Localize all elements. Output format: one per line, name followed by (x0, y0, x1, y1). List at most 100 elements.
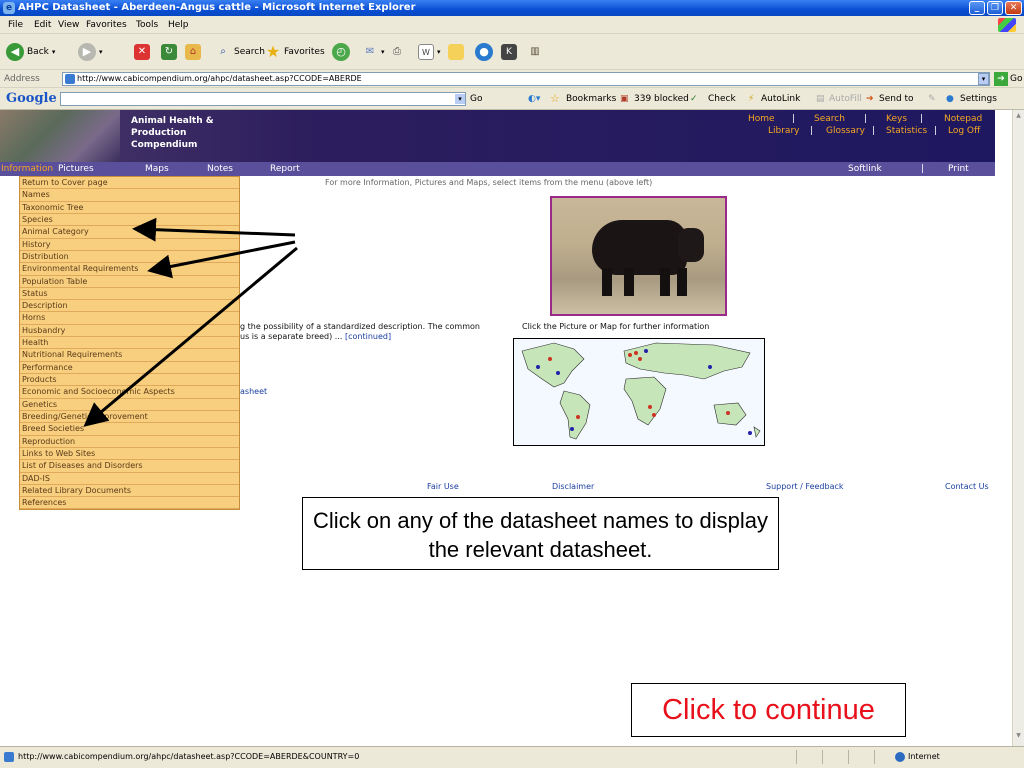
address-dropdown-icon[interactable]: ▾ (978, 73, 989, 85)
menu-item[interactable]: Performance (20, 362, 239, 374)
go-label[interactable]: Go (1010, 70, 1022, 88)
link-logoff[interactable]: Log Off (948, 125, 980, 137)
continued-link[interactable]: [continued] (345, 332, 391, 341)
menu-item[interactable]: Environmental Requirements (20, 263, 239, 276)
print-button[interactable]: ⎙ (389, 42, 405, 62)
link-library[interactable]: Library (768, 125, 799, 137)
link-glossary[interactable]: Glossary (826, 125, 865, 137)
vertical-scrollbar[interactable]: ▲ ▼ (1012, 110, 1024, 746)
refresh-button[interactable]: ↻ (161, 42, 177, 62)
menu-edit[interactable]: Edit (34, 16, 51, 34)
menu-item[interactable]: Population Table (20, 276, 239, 288)
mail-button[interactable]: ✉ ▾ (362, 42, 385, 62)
autofill-button[interactable]: AutoFill (829, 88, 862, 110)
menu-item[interactable]: Description (20, 300, 239, 313)
menu-favorites[interactable]: Favorites (86, 16, 127, 34)
nav-softlink[interactable]: Softlink (848, 162, 882, 176)
link-keys[interactable]: Keys (886, 113, 907, 125)
nav-notes[interactable]: Notes (207, 162, 233, 176)
menu-view[interactable]: View (58, 16, 79, 34)
sendto-button[interactable]: Send to (879, 88, 914, 110)
search-button[interactable]: ⌕ Search (215, 42, 265, 62)
footer-disclaimer[interactable]: Disclaimer (552, 482, 594, 491)
google-go[interactable]: Go (470, 88, 482, 110)
close-button[interactable]: ✕ (1005, 1, 1022, 15)
google-logo[interactable]: Google (6, 88, 57, 110)
menu-item[interactable]: List of Diseases and Disorders (20, 460, 239, 473)
menu-item[interactable]: Husbandry (20, 325, 239, 338)
edit-button[interactable]: W ▾ (418, 42, 441, 62)
footer-fair-use[interactable]: Fair Use (427, 482, 459, 491)
description-line: us is a separate breed) ... [continued] (240, 332, 391, 341)
site-title-line: Production (131, 128, 187, 138)
continue-button[interactable]: Click to continue (631, 683, 906, 737)
menu-item[interactable]: Species (20, 214, 239, 227)
forward-button[interactable]: ▶ ▾ (78, 42, 103, 62)
menu-tools[interactable]: Tools (136, 16, 158, 34)
popup-blocked-count[interactable]: 339 blocked (634, 88, 689, 110)
folder-icon (448, 44, 464, 60)
library-button[interactable]: ▥ (527, 42, 543, 62)
datasheet-link[interactable]: asheet (240, 387, 267, 396)
nav-information[interactable]: Information (1, 162, 53, 176)
breed-photo[interactable] (550, 196, 727, 316)
link-statistics[interactable]: Statistics (886, 125, 927, 137)
menu-item[interactable]: History (20, 239, 239, 251)
link-home[interactable]: Home (748, 113, 775, 125)
scroll-down-icon[interactable]: ▼ (1014, 732, 1023, 742)
menu-item[interactable]: Reproduction (20, 436, 239, 448)
nav-pictures[interactable]: Pictures (58, 162, 94, 176)
menu-item[interactable]: Animal Category (20, 226, 239, 239)
check-button[interactable]: Check (708, 88, 736, 110)
menu-file[interactable]: File (8, 16, 23, 34)
bull-head (678, 228, 704, 262)
address-input[interactable]: http://www.cabicompendium.org/ahpc/datas… (62, 72, 990, 86)
home-button[interactable]: ⌂ (185, 42, 201, 62)
scroll-up-icon[interactable]: ▲ (1014, 112, 1023, 122)
google-search-input[interactable] (60, 92, 466, 106)
discuss-button[interactable] (448, 42, 464, 62)
menu-help[interactable]: Help (168, 16, 189, 34)
menu-item[interactable]: Names (20, 189, 239, 202)
menu-item[interactable]: References (20, 497, 239, 510)
go-arrow-icon[interactable]: ➔ (994, 72, 1008, 86)
link-search[interactable]: Search (814, 113, 845, 125)
messenger-button[interactable]: ● (475, 42, 493, 62)
menu-item[interactable]: Genetics (20, 399, 239, 411)
stop-button[interactable]: ✕ (134, 42, 150, 62)
footer-support[interactable]: Support / Feedback (766, 482, 844, 491)
menu-item[interactable]: Products (20, 374, 239, 387)
site-title-line: Compendium (131, 140, 198, 150)
menu-item[interactable]: Nutritional Requirements (20, 349, 239, 362)
favorites-button[interactable]: ★ Favorites (265, 42, 325, 62)
menu-item[interactable]: Breed Societies (20, 423, 239, 436)
menu-item[interactable]: Health (20, 337, 239, 350)
settings-button[interactable]: Settings (960, 88, 997, 110)
maximize-button[interactable]: ❐ (987, 1, 1003, 15)
distribution-map[interactable] (513, 338, 765, 446)
link-notepad[interactable]: Notepad (944, 113, 982, 125)
nav-print[interactable]: Print (948, 162, 969, 176)
toolbar: ◀ Back ▾ ▶ ▾ ✕ ↻ ⌂ ⌕ Search ★ Favorites ◴ … (0, 34, 1024, 70)
menu-item[interactable]: Links to Web Sites (20, 448, 239, 461)
back-arrow-icon: ◀ (6, 43, 24, 61)
menu-item[interactable]: DAD-IS (20, 473, 239, 485)
menu-item[interactable]: Horns (20, 312, 239, 325)
google-dropdown-icon[interactable]: ▾ (455, 94, 465, 104)
nav-maps[interactable]: Maps (145, 162, 169, 176)
menu-item[interactable]: Status (20, 288, 239, 301)
menu-item[interactable]: Breeding/Genetic Improvement (20, 411, 239, 424)
menu-item[interactable]: Distribution (20, 251, 239, 264)
autolink-button[interactable]: AutoLink (761, 88, 800, 110)
menu-item[interactable]: Related Library Documents (20, 485, 239, 498)
menu-item[interactable]: Taxonomic Tree (20, 202, 239, 214)
back-button[interactable]: ◀ Back ▾ (6, 42, 55, 62)
history-button[interactable]: ◴ (332, 42, 350, 62)
nav-report[interactable]: Report (270, 162, 300, 176)
footer-contact[interactable]: Contact Us (945, 482, 989, 491)
menu-item[interactable]: Economic and Socioeconomic Aspects (20, 386, 239, 399)
bookmarks-button[interactable]: Bookmarks (566, 88, 616, 110)
research-button[interactable]: K (501, 42, 517, 62)
minimize-button[interactable]: _ (969, 1, 985, 15)
menu-item[interactable]: Return to Cover page (20, 177, 239, 190)
